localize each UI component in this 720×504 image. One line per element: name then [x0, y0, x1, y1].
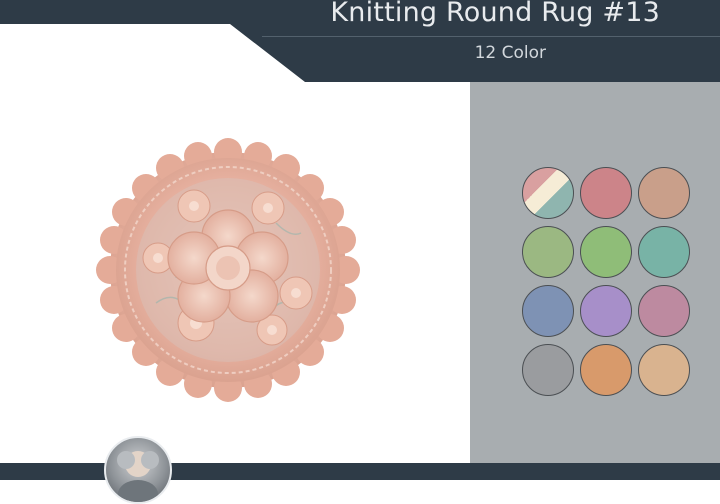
color-swatch-sand[interactable]: [638, 344, 690, 396]
rug-image: [96, 138, 360, 402]
color-swatch-teal[interactable]: [638, 226, 690, 278]
color-swatch-multicolor[interactable]: [522, 167, 574, 219]
color-swatch-lavender[interactable]: [580, 285, 632, 337]
swatch-grid: [522, 167, 690, 396]
color-swatch-slate-blue[interactable]: [522, 285, 574, 337]
page-title: Knitting Round Rug #13: [330, 0, 660, 28]
color-swatch-apricot[interactable]: [580, 344, 632, 396]
creator-avatar-icon: [104, 436, 172, 504]
color-swatch-rose[interactable]: [580, 167, 632, 219]
color-swatch-leaf-green[interactable]: [580, 226, 632, 278]
color-swatch-grey[interactable]: [522, 344, 574, 396]
color-count-label: 12 Color: [474, 43, 546, 63]
header-divider: [262, 36, 720, 37]
color-swatch-sage[interactable]: [522, 226, 574, 278]
color-swatch-mauve[interactable]: [638, 285, 690, 337]
color-swatch-peach[interactable]: [638, 167, 690, 219]
